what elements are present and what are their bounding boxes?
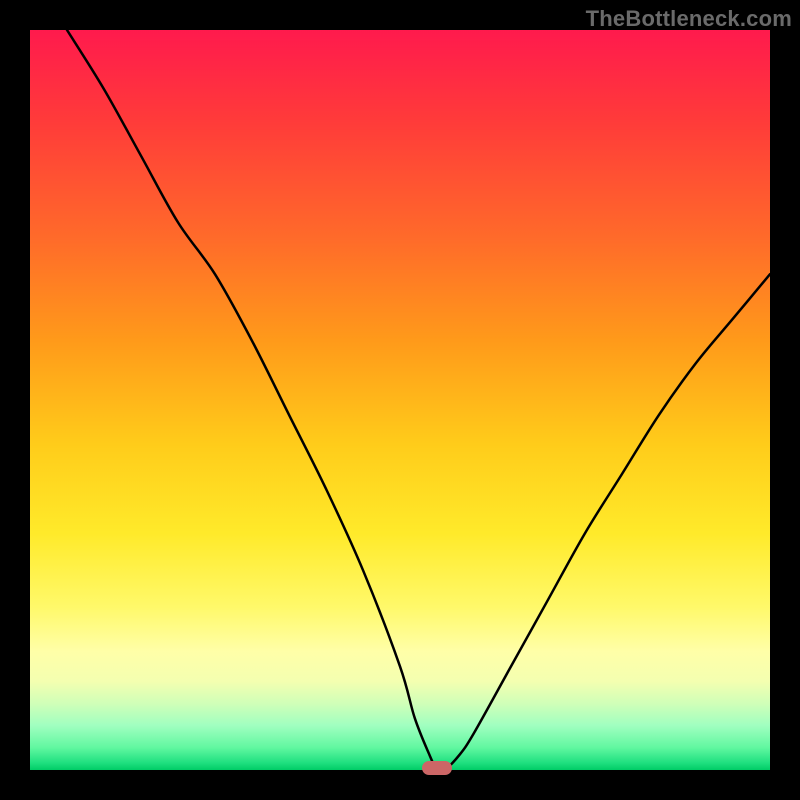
plot-area bbox=[30, 30, 770, 770]
bottleneck-curve bbox=[30, 30, 770, 770]
chart-frame: TheBottleneck.com bbox=[0, 0, 800, 800]
optimal-marker bbox=[422, 761, 452, 775]
watermark-text: TheBottleneck.com bbox=[586, 6, 792, 32]
